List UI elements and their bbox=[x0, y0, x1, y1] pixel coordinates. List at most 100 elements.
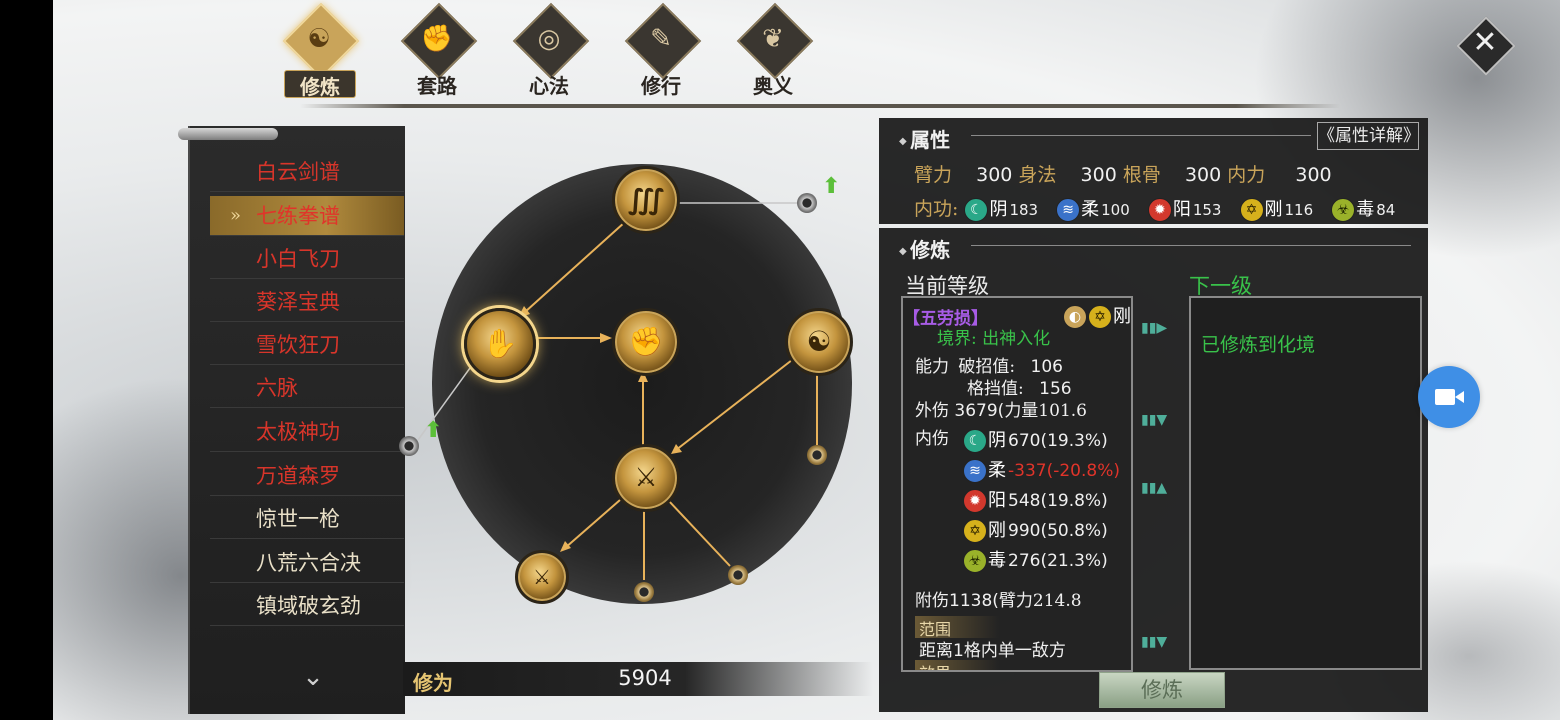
list-item-selected[interactable]: » 七练拳谱 bbox=[210, 196, 404, 236]
list-item-label: 七练拳谱 bbox=[256, 204, 340, 228]
attribute-detail-button[interactable]: 《属性详解》 bbox=[1317, 122, 1420, 150]
close-button[interactable]: ✕ bbox=[1456, 16, 1516, 76]
list-item[interactable]: 八荒六合决 bbox=[210, 543, 404, 583]
selected-arrow-icon: » bbox=[230, 205, 242, 226]
outer-attr: 力量101.6 bbox=[1004, 401, 1087, 421]
inner-value: 548(19.8%) bbox=[1008, 491, 1108, 511]
attr-label-shenfa: 身法 bbox=[1018, 164, 1057, 186]
upgrade-arrow-icon: ⬆ bbox=[424, 418, 443, 443]
skill-node-icon: ⚔ bbox=[634, 463, 658, 493]
current-level-box: 【五劳损】 ◐ ✡ 刚 境界: 出神入化 能力 破招值: 106 格挡值: 156 … bbox=[901, 296, 1133, 672]
effect-tag: 效果 bbox=[915, 660, 999, 670]
next-level-text: 已修炼到化境 bbox=[1201, 334, 1316, 356]
list-item[interactable]: 万道森罗 bbox=[210, 456, 404, 496]
neigong-type: 毒 bbox=[1356, 199, 1375, 220]
tab-taolu[interactable]: ✊ 套路 bbox=[396, 2, 478, 98]
crest-icon: ❦ bbox=[762, 24, 784, 54]
tab-xinfa[interactable]: ◎ 心法 bbox=[508, 2, 590, 98]
scroll-down-icon[interactable]: ⌄ bbox=[297, 662, 329, 692]
tab-underline bbox=[300, 104, 1340, 108]
tab-label: 奥义 bbox=[753, 74, 793, 98]
cultivate-button[interactable]: 修炼 bbox=[1099, 672, 1225, 708]
gang-icon: ✡ bbox=[1088, 305, 1112, 329]
inner-value: 990(50.8%) bbox=[1008, 521, 1108, 541]
ability-label: 能力 bbox=[915, 357, 949, 377]
neigong-type: 阳 bbox=[1172, 199, 1191, 220]
neigong-value: 153 bbox=[1192, 201, 1222, 219]
extra-value: 1138( bbox=[949, 591, 999, 611]
realm-value: 出神入化 bbox=[982, 329, 1051, 349]
outer-damage-line: 外伤 3679(力量101.6 bbox=[915, 396, 1087, 421]
locked-node[interactable] bbox=[797, 193, 817, 213]
attribute-title: 属性 bbox=[899, 124, 950, 153]
inner-row: ☾ 阴 670(19.3%) bbox=[963, 426, 1108, 453]
du-icon: ☣ bbox=[963, 549, 987, 573]
extra-damage-line: 附伤1138(臂力214.8 bbox=[915, 586, 1082, 611]
neigong-value: 84 bbox=[1376, 201, 1396, 219]
du-icon: ☣ bbox=[1331, 197, 1356, 222]
yin-icon: ☾ bbox=[963, 429, 987, 453]
inner-row: ✹ 阳 548(19.8%) bbox=[963, 486, 1108, 513]
inner-value: 276(21.3%) bbox=[1008, 551, 1108, 571]
list-item[interactable]: 镇域破玄劲 bbox=[210, 586, 404, 626]
list-item[interactable]: 六脉 bbox=[210, 368, 404, 408]
range-tag: 范围 bbox=[915, 616, 999, 639]
fist-icon: ✊ bbox=[420, 24, 454, 54]
record-camera-button[interactable] bbox=[1418, 366, 1480, 428]
list-item[interactable]: 太极神功 bbox=[210, 412, 404, 452]
attr-value-shenfa: 300 bbox=[1080, 164, 1117, 186]
locked-node[interactable] bbox=[399, 436, 419, 456]
attr-label-gengu: 根骨 bbox=[1122, 164, 1161, 186]
inner-value: 670(19.3%) bbox=[1008, 431, 1108, 451]
neigong-label: 内功: bbox=[914, 198, 959, 220]
skill-node-lower[interactable]: ⚔ bbox=[612, 444, 680, 512]
small-skill-node[interactable] bbox=[634, 582, 654, 602]
tab-xiulian[interactable]: ☯ 修炼 bbox=[278, 2, 360, 99]
next-level-box: 已修炼到化境 bbox=[1189, 296, 1422, 670]
xiuwei-value: 5904 bbox=[618, 666, 672, 690]
arrow-icon: ▮▮▼ bbox=[1141, 412, 1168, 428]
skill-node-center[interactable]: ✊ bbox=[612, 308, 680, 376]
tab-label: 心法 bbox=[529, 74, 569, 98]
neigong-type: 刚 bbox=[1264, 199, 1283, 220]
inner-row: ✡ 刚 990(50.8%) bbox=[963, 516, 1108, 543]
skill-node-selected[interactable]: ✋ bbox=[464, 308, 536, 380]
inner-type: 阳 bbox=[988, 490, 1006, 511]
list-item[interactable]: 小白飞刀 bbox=[210, 239, 404, 279]
scroll-rod bbox=[178, 128, 278, 140]
list-item[interactable]: 雪饮狂刀 bbox=[210, 325, 404, 365]
small-skill-node[interactable] bbox=[728, 565, 748, 585]
inner-type: 阴 bbox=[988, 430, 1006, 451]
move-element: 刚 bbox=[1113, 306, 1131, 327]
neigong-value: 183 bbox=[1009, 201, 1039, 219]
tab-aoyi[interactable]: ❦ 奥义 bbox=[732, 2, 814, 98]
list-item[interactable]: 葵泽宝典 bbox=[210, 282, 404, 322]
camera-icon bbox=[1435, 389, 1455, 405]
skill-node-bottom-left[interactable]: ⚔ bbox=[515, 550, 569, 604]
inner-row: ☣ 毒 276(21.3%) bbox=[963, 546, 1108, 573]
inner-label: 内伤 bbox=[915, 429, 949, 449]
tab-label: 修炼 bbox=[284, 70, 356, 99]
neigong-line: 内功: ☾ 阴 183 ≋ 柔 100 ✹ 阳 153 ✡ 刚 116 ☣ 毒 84 bbox=[914, 194, 1424, 222]
title-rule bbox=[971, 135, 1311, 136]
neigong-value: 116 bbox=[1284, 201, 1314, 219]
xiuwei-label: 修为 bbox=[413, 671, 453, 695]
realm-line: 境界: 出神入化 bbox=[937, 324, 1050, 349]
yang-icon: ✹ bbox=[963, 489, 987, 513]
small-skill-node[interactable] bbox=[807, 445, 827, 465]
neigong-type: 阴 bbox=[989, 199, 1008, 220]
tab-xiuxing[interactable]: ✎ 修行 bbox=[620, 2, 702, 98]
skill-list-panel: 白云剑谱 » 七练拳谱 小白飞刀 葵泽宝典 雪饮狂刀 六脉 太极神功 万道森罗 … bbox=[178, 126, 405, 714]
swirl-icon: ◎ bbox=[537, 24, 561, 54]
inner-value: -337(-20.8%) bbox=[1008, 461, 1120, 481]
title-rule bbox=[971, 245, 1411, 246]
skill-node-top[interactable]: ∭ bbox=[612, 166, 680, 234]
list-item[interactable]: 白云剑谱 bbox=[210, 152, 404, 192]
skill-node-right[interactable]: ☯ bbox=[785, 308, 853, 376]
list-item[interactable]: 惊世一枪 bbox=[210, 499, 404, 539]
arrow-icon: ▮▮▶ bbox=[1141, 320, 1168, 336]
skill-node-icon: ✊ bbox=[628, 325, 664, 358]
realm-label: 境界: bbox=[937, 329, 977, 349]
outer-label: 外伤 bbox=[915, 401, 949, 421]
move-tag: ◐ ✡ 刚 bbox=[1063, 302, 1131, 329]
